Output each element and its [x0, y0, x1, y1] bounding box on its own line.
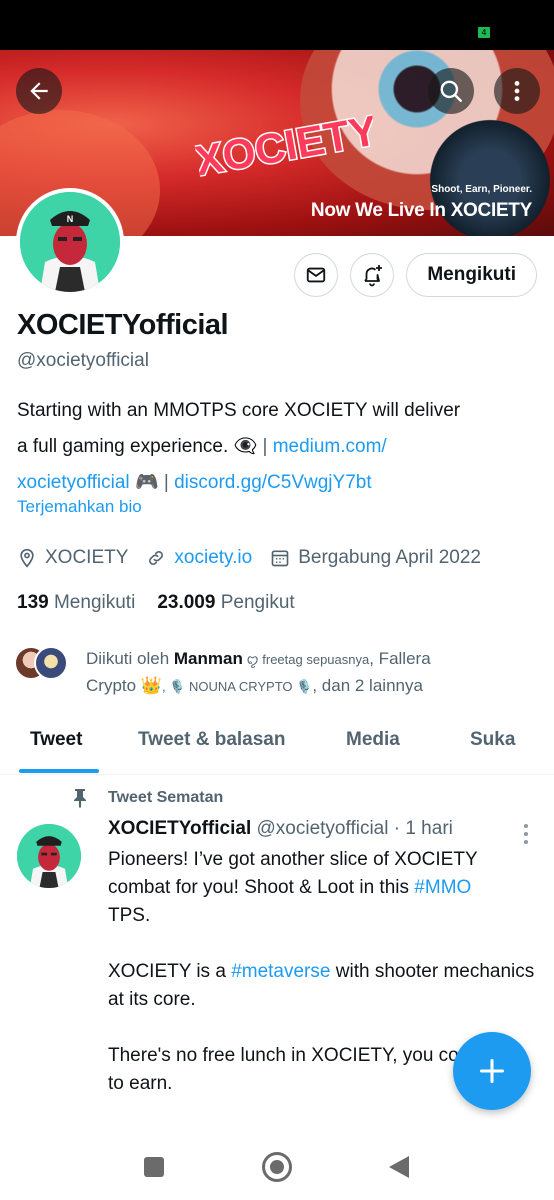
search-icon: [440, 80, 462, 102]
active-tab-indicator: [19, 769, 99, 773]
avatar-character-image: N: [20, 192, 120, 292]
compose-tweet-button[interactable]: [453, 1032, 531, 1110]
plus-icon: [479, 1058, 505, 1084]
tweet-author-avatar[interactable]: [17, 824, 81, 888]
profile-website[interactable]: xociety.io: [146, 547, 252, 569]
tab-media[interactable]: Media: [346, 729, 400, 751]
tweet-author-name[interactable]: XOCIETYofficial: [108, 818, 251, 839]
translate-bio-link[interactable]: Terjemahkan bio: [17, 497, 142, 517]
medium-link[interactable]: medium.com/: [273, 436, 387, 457]
profile-tabs: Tweet Tweet & balasan Media Suka: [0, 722, 554, 775]
avatar: [34, 646, 68, 680]
arrow-left-icon: [30, 82, 48, 100]
back-button[interactable]: [16, 68, 62, 114]
profile-avatar[interactable]: N: [16, 188, 124, 296]
profile-handle: @xocietyofficial: [17, 350, 149, 371]
home-button[interactable]: [262, 1152, 292, 1182]
medium-link-continued[interactable]: xocietyofficial: [17, 472, 130, 493]
calendar-icon: [271, 550, 289, 567]
bio-separator: |: [262, 436, 268, 457]
discord-link[interactable]: discord.gg/C5VwgjY7bt: [174, 472, 372, 493]
tweet-author-handle[interactable]: @xocietyofficial: [257, 818, 389, 839]
banner-tagline: Shoot, Earn, Pioneer.: [431, 184, 532, 195]
message-button[interactable]: [294, 253, 339, 297]
bio-line: Starting with an MMOTPS core XOCIETY wil…: [17, 400, 461, 421]
more-vertical-icon: [524, 824, 528, 844]
follow-counts: 139 Mengikuti 23.009 Pengikut: [17, 592, 295, 614]
system-nav-bar: [0, 1130, 554, 1200]
profile-meta: XOCIETY xociety.io Bergabung April 2022: [17, 547, 499, 569]
following-count[interactable]: 139 Mengikuti: [17, 592, 135, 614]
location-pin-icon: [20, 548, 34, 568]
profile-bio: Starting with an MMOTPS core XOCIETY wil…: [17, 393, 537, 501]
svg-text:N: N: [67, 214, 74, 224]
envelope-icon: [307, 267, 326, 283]
tab-tweets-and-replies[interactable]: Tweet & balasan: [138, 729, 285, 751]
more-vertical-icon: [514, 81, 520, 101]
gamepad-emoji: 🎮: [134, 472, 159, 493]
profile-name: XOCIETYofficial: [17, 309, 229, 341]
tweet-time[interactable]: · 1 hari: [394, 818, 453, 839]
pinned-tweet-label: Tweet Sematan: [72, 788, 223, 808]
profile-joined-date: Bergabung April 2022: [270, 547, 481, 569]
following-button[interactable]: Mengikuti: [406, 253, 537, 297]
banner-title: Now We Live In XOCIETY: [310, 200, 532, 221]
profile-location: XOCIETY: [17, 547, 128, 569]
tab-tweets[interactable]: Tweet: [30, 729, 82, 751]
status-bar: 4: [0, 0, 554, 50]
notify-button[interactable]: [350, 253, 395, 297]
system-back-button[interactable]: [389, 1156, 409, 1178]
search-button[interactable]: [428, 68, 474, 114]
followers-count[interactable]: 23.009 Pengikut: [157, 592, 294, 614]
tab-likes[interactable]: Suka: [470, 729, 515, 751]
recent-apps-button[interactable]: [144, 1157, 164, 1177]
more-options-button[interactable]: [494, 68, 540, 114]
hashtag-metaverse[interactable]: #metaverse: [231, 961, 330, 982]
pin-icon: [74, 789, 86, 808]
followed-by-text[interactable]: Diikuti oleh Manman ꨄ︎ freetag sepuasnya…: [86, 646, 536, 700]
bio-text: a full gaming experience.: [17, 436, 234, 457]
hashtag-mmo[interactable]: #MMO: [414, 877, 471, 898]
tweet-header: XOCIETYofficial @xocietyofficial · 1 har…: [108, 818, 453, 840]
battery-icon: 4: [478, 27, 490, 38]
followed-by-avatars[interactable]: [14, 646, 68, 680]
bio-separator: |: [163, 472, 169, 493]
avatar-character-image: [17, 824, 81, 888]
bell-plus-icon: [364, 265, 383, 287]
profile-action-row: Mengikuti: [294, 253, 537, 297]
link-icon: [149, 551, 164, 565]
eye-emoji: 👁‍🗨: [233, 436, 258, 457]
